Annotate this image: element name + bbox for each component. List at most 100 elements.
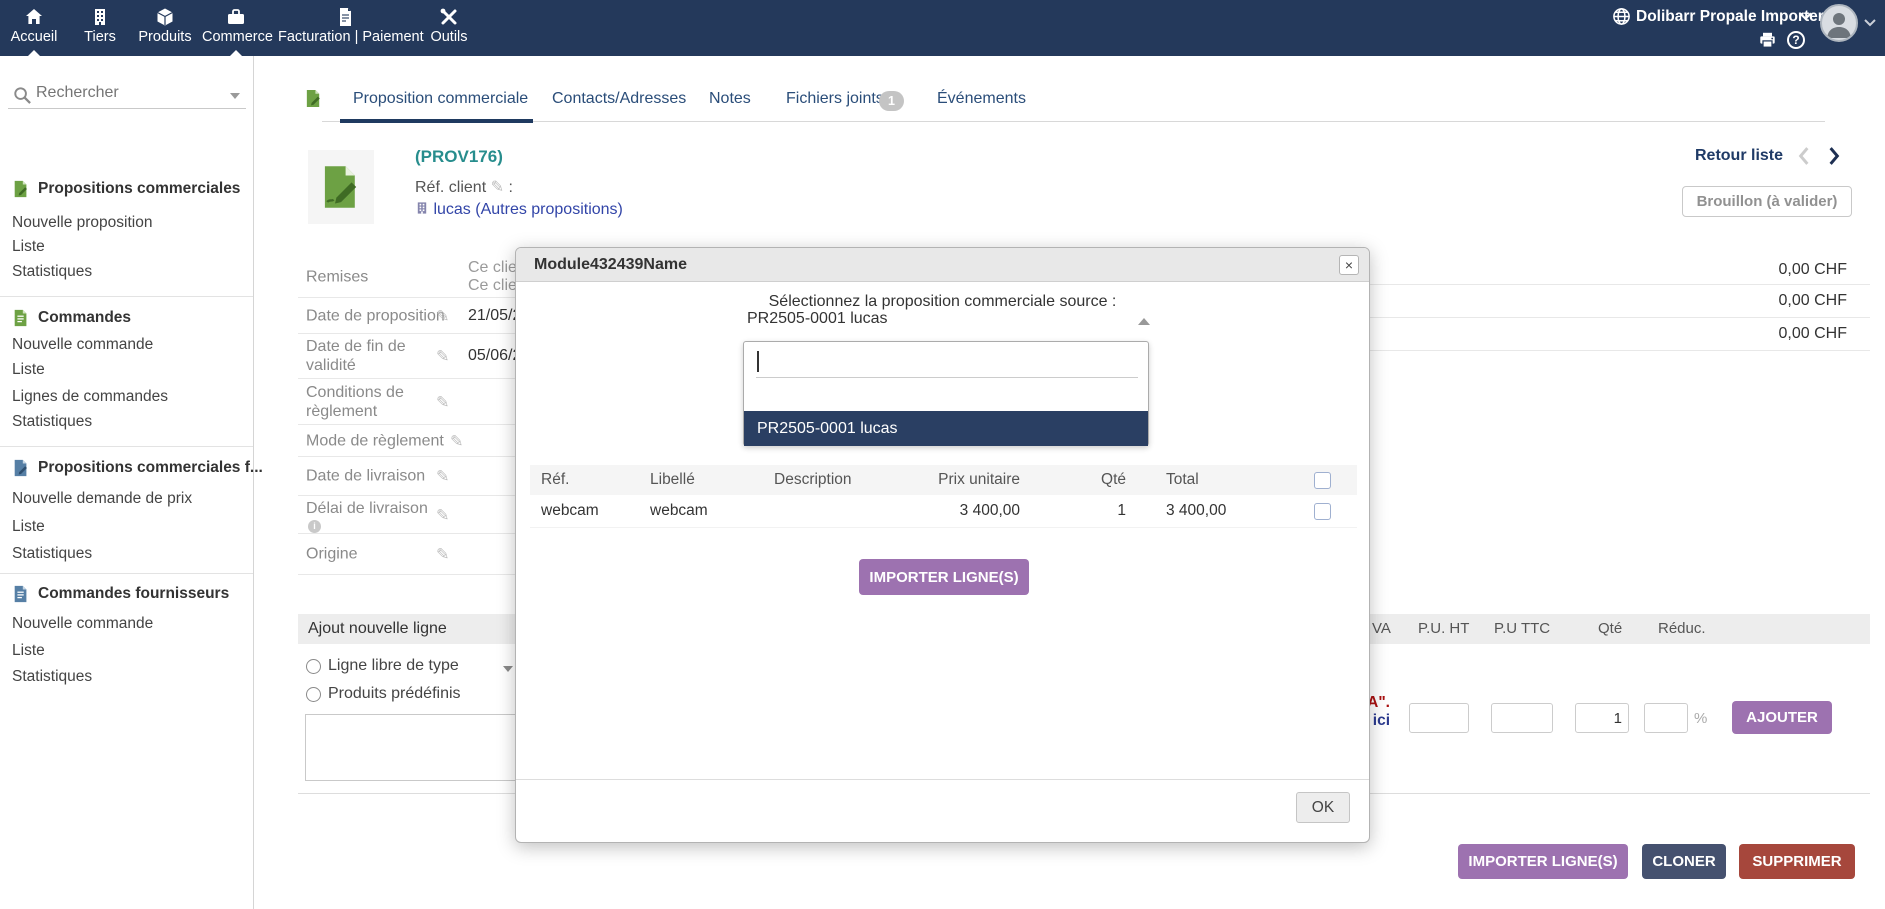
dropdown-option-selected[interactable]: PR2505-0001 lucas — [744, 411, 1148, 446]
order-doc-icon — [12, 585, 30, 603]
sidebar-item-nouvelle-commande[interactable]: Nouvelle commande — [12, 336, 153, 354]
nav-item-tiers[interactable]: Tiers — [76, 0, 124, 56]
importer-lignes-button[interactable]: IMPORTER LIGNE(S) — [1458, 844, 1628, 879]
edit-icon[interactable]: ✎ — [436, 467, 449, 486]
sidebar-section-commandes[interactable]: Commandes — [12, 309, 131, 327]
total-row: 0,00 CHF — [1370, 318, 1870, 351]
briefcase-icon — [226, 7, 246, 27]
sidebar-search — [0, 84, 254, 110]
next-record-icon[interactable] — [1828, 147, 1840, 165]
sidebar-item-statistiques-demandes[interactable]: Statistiques — [12, 545, 92, 563]
sidebar-item-statistiques-propales[interactable]: Statistiques — [12, 263, 92, 281]
printer-icon[interactable] — [1758, 31, 1777, 49]
sidebar-item-liste-commandes[interactable]: Liste — [12, 361, 45, 379]
puht-input[interactable] — [1409, 703, 1469, 733]
field-row-remises: Remises Ce clie Ce clie — [298, 256, 515, 298]
radio-icon[interactable] — [306, 659, 321, 674]
proposal-doc-icon — [12, 180, 30, 198]
table-header-row: Réf. Libellé Description Prix unitaire Q… — [530, 465, 1357, 495]
edit-icon[interactable]: ✎ — [491, 177, 504, 196]
amount-value: 0,00 CHF — [1779, 292, 1847, 310]
chevron-down-icon[interactable] — [1799, 11, 1812, 21]
radio-produits-predefinis[interactable]: Produits prédéfinis — [306, 685, 461, 703]
ref-client-line: Réf. client ✎ : — [415, 177, 513, 197]
sidebar-item-liste-demandes[interactable]: Liste — [12, 518, 45, 536]
nav-item-commerce[interactable]: Commerce — [202, 0, 270, 56]
user-menu-label[interactable]: Dolibarr Propale Importer — [1636, 8, 1824, 26]
field-row-origine: Origine ✎ — [298, 534, 515, 575]
tab-evenements[interactable]: Événements — [937, 90, 1026, 108]
company-icon — [415, 201, 429, 215]
info-icon[interactable]: i — [308, 520, 321, 533]
select-caret-up-icon[interactable] — [1138, 318, 1150, 325]
qty-input[interactable] — [1575, 703, 1629, 733]
customer-link[interactable]: lucas — [433, 201, 470, 218]
globe-icon — [1612, 7, 1631, 26]
sidebar-item-liste-propales[interactable]: Liste — [12, 238, 45, 256]
radio-ligne-libre[interactable]: Ligne libre de type — [306, 657, 459, 675]
chevron-down-icon[interactable] — [1864, 18, 1876, 27]
edit-icon[interactable]: ✎ — [436, 392, 449, 411]
edit-icon[interactable]: ✎ — [436, 545, 449, 564]
sidebar-section-propales[interactable]: Propositions commerciales — [12, 180, 240, 198]
row-checkbox[interactable] — [1314, 503, 1331, 520]
nav-item-facturation[interactable]: Facturation | Paiement — [278, 0, 412, 56]
col-header-qte: Qté — [1598, 614, 1622, 644]
ok-button[interactable]: OK — [1296, 792, 1350, 823]
sidebar-section-commandes-fournisseurs[interactable]: Commandes fournisseurs — [12, 585, 229, 603]
tab-proposition-commerciale[interactable]: Proposition commerciale — [353, 90, 528, 108]
tab-contacts-adresses[interactable]: Contacts/Adresses — [552, 90, 686, 108]
home-icon — [24, 7, 44, 27]
reduc-input[interactable] — [1644, 703, 1688, 733]
sidebar-item-statistiques-commandes-fourn[interactable]: Statistiques — [12, 668, 92, 686]
dropdown-search-input[interactable] — [756, 344, 1138, 378]
cloner-button[interactable]: CLONER — [1642, 844, 1726, 879]
radio-icon[interactable] — [306, 687, 321, 702]
nav-item-produits[interactable]: Produits — [132, 0, 198, 56]
other-proposals-link[interactable]: (Autres propositions) — [475, 201, 623, 218]
avatar[interactable] — [1820, 4, 1858, 42]
edit-icon[interactable]: ✎ — [436, 505, 449, 524]
sidebar-item-statistiques-commandes[interactable]: Statistiques — [12, 413, 92, 431]
search-input[interactable] — [36, 84, 216, 102]
text-cursor — [757, 351, 759, 372]
sidebar-item-liste-commandes-fourn[interactable]: Liste — [12, 642, 45, 660]
object-photo — [308, 150, 374, 224]
sidebar-item-nouvelle-proposition[interactable]: Nouvelle proposition — [12, 214, 152, 232]
sidebar-item-nouvelle-commande-fourn[interactable]: Nouvelle commande — [12, 615, 153, 633]
select-all-checkbox[interactable] — [1314, 472, 1331, 489]
tab-notes[interactable]: Notes — [709, 90, 751, 108]
invoice-icon — [335, 7, 355, 27]
puttc-input[interactable] — [1491, 703, 1553, 733]
tab-fichiers-joints[interactable]: Fichiers joints — [786, 90, 884, 108]
help-icon[interactable]: ? — [1787, 31, 1805, 49]
order-doc-icon — [12, 309, 30, 327]
importer-lignes-modal-button[interactable]: IMPORTER LIGNE(S) — [859, 559, 1029, 595]
source-proposal-select[interactable]: PR2505-0001 lucas — [747, 310, 888, 328]
ajouter-button[interactable]: AJOUTER — [1732, 701, 1832, 734]
sidebar-item-lignes-commandes[interactable]: Lignes de commandes — [12, 388, 168, 406]
supprimer-button[interactable]: SUPPRIMER — [1739, 844, 1855, 879]
type-select-caret-icon[interactable] — [503, 666, 513, 672]
nav-item-accueil[interactable]: Accueil — [8, 0, 60, 56]
percent-sign: % — [1694, 710, 1707, 727]
divider — [516, 779, 1369, 780]
col-header-reduc: Réduc. — [1658, 614, 1706, 644]
col-header-puttc: P.U TTC — [1494, 614, 1550, 644]
sidebar-section-propales-fournisseurs[interactable]: Propositions commerciales f... — [12, 459, 263, 477]
col-header-puht: P.U. HT — [1418, 614, 1469, 644]
nav-item-outils[interactable]: Outils — [424, 0, 474, 56]
edit-icon[interactable]: ✎ — [450, 431, 463, 450]
dialog-titlebar[interactable]: Module432439Name × — [516, 248, 1369, 282]
cube-icon — [155, 7, 175, 27]
sidebar-item-nouvelle-demande-prix[interactable]: Nouvelle demande de prix — [12, 490, 192, 508]
back-to-list-link[interactable]: Retour liste — [1695, 147, 1783, 165]
search-dropdown-caret-icon[interactable] — [230, 93, 240, 99]
sidebar: Propositions commerciales Nouvelle propo… — [0, 56, 254, 909]
edit-icon[interactable]: ✎ — [436, 306, 449, 325]
close-icon[interactable]: × — [1339, 255, 1359, 275]
line-description-textarea[interactable] — [305, 714, 517, 781]
edit-icon[interactable]: ✎ — [436, 347, 449, 366]
total-row: 0,00 CHF — [1370, 256, 1870, 285]
field-row-date-livraison: Date de livraison ✎ — [298, 457, 515, 496]
